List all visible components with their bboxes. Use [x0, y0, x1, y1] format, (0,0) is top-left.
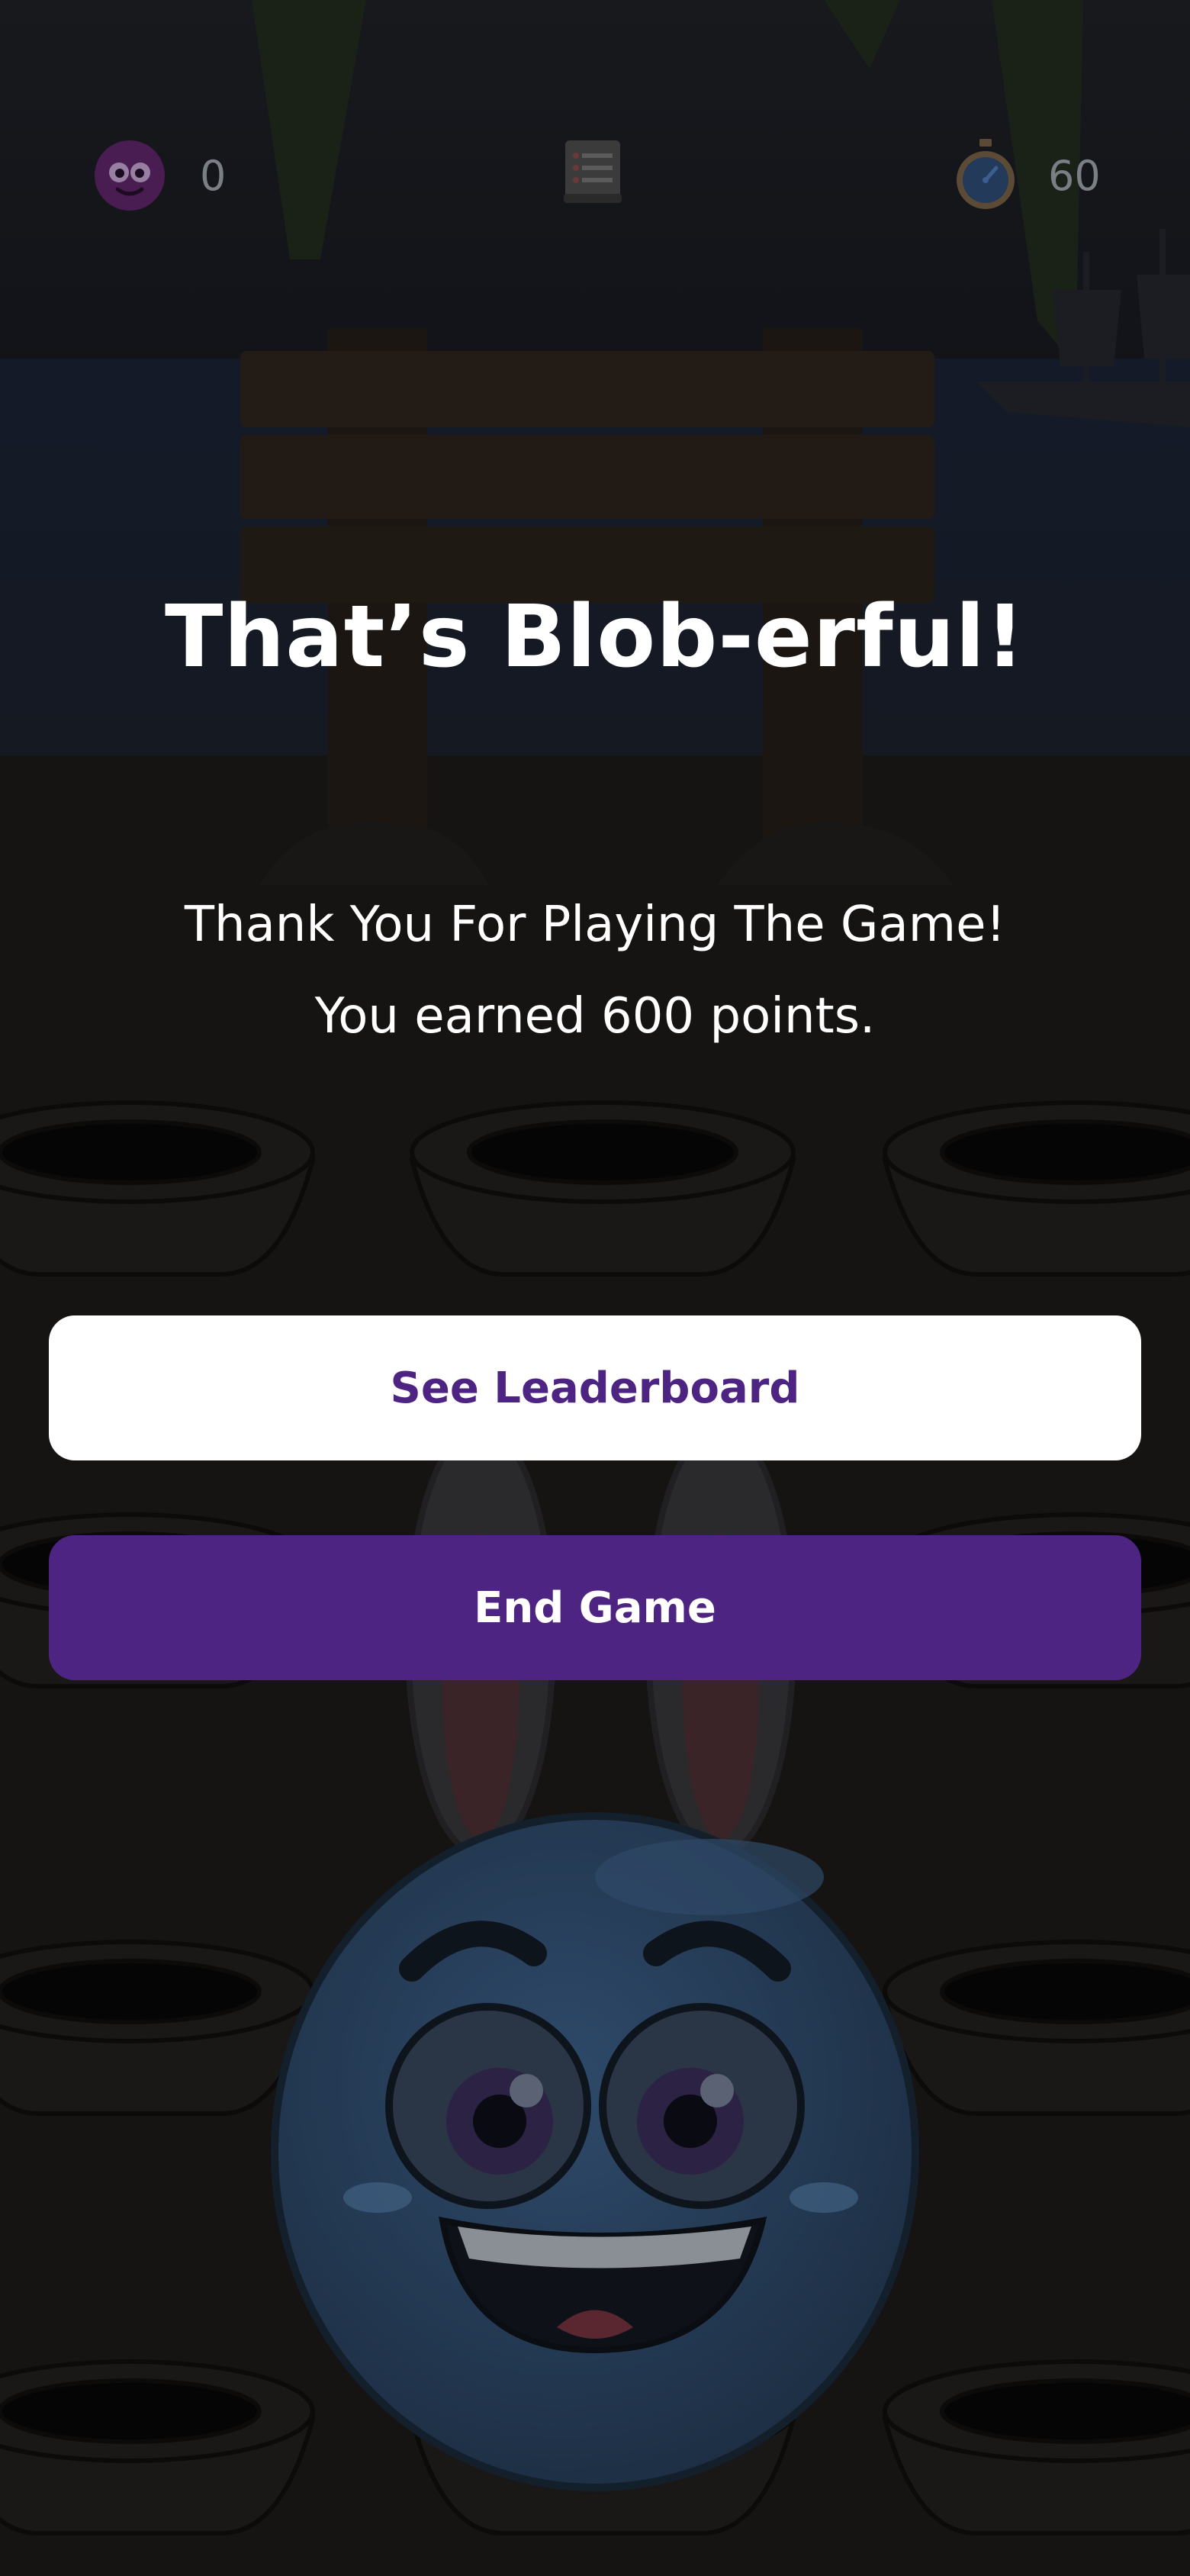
dialog-title: That’s Blob-erful! — [165, 588, 1025, 687]
see-leaderboard-button[interactable]: See Leaderboard — [49, 1315, 1141, 1460]
game-over-dialog: That’s Blob-erful! Thank You For Playing… — [0, 0, 1190, 2576]
points-earned-message: You earned 600 points. — [314, 988, 876, 1045]
game-screen: 0 60 That’s Blob-erful! Thank You For Pl… — [0, 0, 1190, 2576]
see-leaderboard-label: See Leaderboard — [390, 1363, 800, 1413]
end-game-button[interactable]: End Game — [49, 1535, 1141, 1680]
thank-you-message: Thank You For Playing The Game! — [184, 897, 1006, 953]
end-game-label: End Game — [474, 1583, 716, 1633]
